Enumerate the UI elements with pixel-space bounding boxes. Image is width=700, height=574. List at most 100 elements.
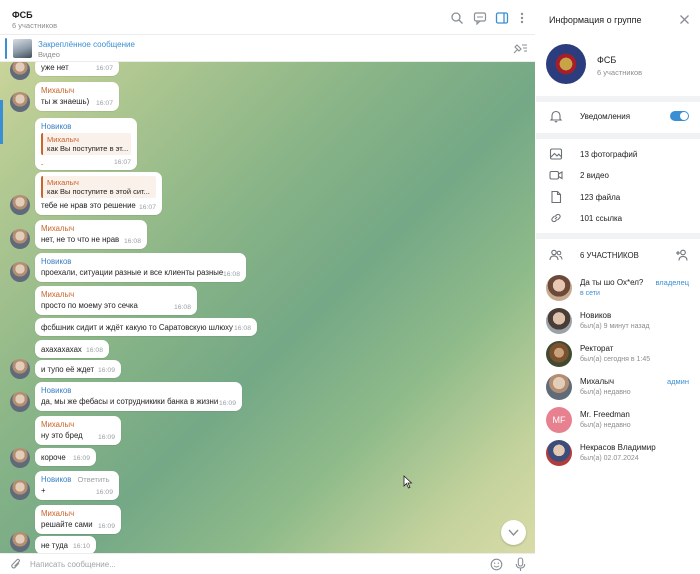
attach-icon[interactable]	[10, 558, 22, 571]
pinned-video-thumbnail	[13, 39, 32, 58]
reply-button[interactable]: Ответить	[77, 475, 109, 484]
message-text: и тупо её ждет	[41, 365, 95, 374]
member-row[interactable]: Ректорат был(а) сегодня в 1:45	[536, 339, 700, 369]
media-row-files[interactable]: 123 файла	[536, 187, 700, 207]
reply-quote[interactable]: Михалыч как Вы поступите в эт...	[41, 133, 131, 155]
message-composer[interactable]	[0, 553, 535, 574]
group-members-count: 6 участников	[597, 68, 643, 77]
quote-text: как Вы поступите в эт...	[47, 144, 129, 153]
avatar[interactable]	[10, 448, 30, 468]
message-sender[interactable]: Михалыч	[41, 420, 115, 429]
video-icon	[549, 170, 563, 180]
message-bubble[interactable]: ахахахахах 16:08	[35, 340, 109, 358]
avatar[interactable]	[10, 262, 30, 282]
message-text: .	[41, 158, 44, 167]
message-bubble[interactable]: Новиков проехали, ситуации разные и все …	[35, 253, 246, 282]
message-time: 16:09	[97, 367, 115, 374]
message-bubble[interactable]: Михалыч ну это бред 16:09	[35, 416, 121, 445]
message-text: фсбшник сидит и ждёт какую то Саратовску…	[41, 323, 233, 332]
microphone-icon[interactable]	[515, 557, 526, 572]
message-text: +	[41, 486, 46, 495]
media-row-links[interactable]: 101 ссылка	[536, 208, 700, 228]
divider	[536, 233, 700, 239]
notifications-row[interactable]: Уведомления	[536, 104, 700, 128]
link-icon	[551, 213, 561, 223]
media-row-videos[interactable]: 2 видео	[536, 165, 700, 185]
message-bubble[interactable]: Михалыч решайте сами 16:09	[35, 505, 121, 534]
avatar[interactable]	[10, 392, 30, 412]
message-text: нет, не то что не нрав	[41, 235, 120, 244]
message-time: 16:08	[233, 325, 251, 332]
message-sender[interactable]: Михалыч	[41, 509, 115, 518]
message-time: 16:08	[123, 238, 141, 245]
message-sender[interactable]: Михалыч	[41, 290, 191, 299]
message-sender[interactable]: Новиков	[41, 122, 131, 131]
message-bubble[interactable]: Михалыч как Вы поступите в этой сит... т…	[35, 172, 162, 215]
add-member-icon[interactable]	[675, 248, 690, 262]
quote-text: как Вы поступите в этой сит...	[47, 187, 150, 196]
message-bubble[interactable]: короче 16:09	[35, 448, 96, 466]
message-sender[interactable]: Новиков	[41, 257, 240, 266]
pinned-message[interactable]: Закреплённое сообщение Видео	[0, 35, 535, 62]
message-bubble[interactable]: Михалыч нет, не то что не нрав 16:08	[35, 220, 147, 249]
message-bubble[interactable]: фсбшник сидит и ждёт какую то Саратовску…	[35, 318, 257, 336]
search-icon[interactable]	[450, 11, 464, 25]
message-time: 16:09	[72, 455, 90, 462]
member-row[interactable]: Да ты шо Ох*ел? в сети владелец	[536, 273, 700, 303]
pin-list-icon[interactable]	[512, 42, 528, 55]
emoji-icon[interactable]	[490, 558, 503, 571]
media-row-photos[interactable]: 13 фотографий	[536, 144, 700, 164]
member-row[interactable]: Некрасов Владимир был(а) 02.07.2024	[536, 438, 700, 468]
member-status: был(а) 9 минут назад	[580, 323, 650, 330]
scroll-down-button[interactable]	[501, 520, 526, 545]
media-label: 2 видео	[580, 171, 609, 180]
member-row[interactable]: MF Mr. Freedman был(а) недавно	[536, 405, 700, 435]
message-sender[interactable]: Новиков	[41, 386, 236, 395]
avatar[interactable]	[10, 92, 30, 112]
message-time: 16:07	[113, 159, 131, 166]
message-sender-name: Новиков	[41, 475, 72, 484]
avatar[interactable]	[10, 229, 30, 249]
notifications-label: Уведомления	[580, 112, 631, 121]
avatar[interactable]	[10, 195, 30, 215]
member-row[interactable]: Новиков был(а) 9 минут назад	[536, 306, 700, 336]
pinned-title: Закреплённое сообщение	[38, 40, 135, 49]
close-icon[interactable]	[679, 14, 690, 25]
message-bubble[interactable]: не туда 16:10	[35, 536, 96, 553]
message-input[interactable]	[30, 557, 470, 572]
member-name: Михалыч	[580, 377, 615, 386]
reply-quote[interactable]: Михалыч как Вы поступите в этой сит...	[41, 176, 156, 198]
chat-icon[interactable]	[473, 11, 487, 25]
chat-title[interactable]: ФСБ	[12, 10, 33, 20]
message-list[interactable]: уже нет 16:07 Михалыч ты ж знаешь) 16:07…	[0, 62, 535, 553]
photo-icon	[549, 148, 563, 160]
message-bubble[interactable]: Новиков да, мы же фебасы и сотрудникики …	[35, 382, 242, 411]
message-bubble[interactable]: Михалыч просто по моему это сечка 16:08	[35, 286, 197, 315]
message-sender[interactable]: Михалыч	[41, 224, 141, 233]
message-text: короче	[41, 453, 66, 462]
pinned-text: Видео	[38, 50, 60, 59]
avatar[interactable]	[10, 62, 30, 80]
side-panel-icon[interactable]	[495, 11, 509, 25]
message-bubble[interactable]: Михалыч ты ж знаешь) 16:07	[35, 82, 119, 111]
chat-header[interactable]: ФСБ 6 участников	[0, 0, 535, 35]
avatar[interactable]	[10, 480, 30, 500]
avatar[interactable]	[10, 359, 30, 379]
message-sender[interactable]: Новиков Ответить	[41, 475, 113, 484]
message-bubble[interactable]: Новиков Михалыч как Вы поступите в эт...…	[35, 118, 137, 170]
member-row[interactable]: Михалыч был(а) недавно админ	[536, 372, 700, 402]
more-icon[interactable]	[515, 11, 529, 25]
members-icon	[549, 249, 563, 261]
chevron-down-icon	[508, 529, 519, 537]
notifications-toggle[interactable]	[670, 111, 689, 121]
message-bubble[interactable]: уже нет 16:07	[35, 62, 119, 76]
group-avatar[interactable]	[546, 44, 586, 84]
message-sender[interactable]: Михалыч	[41, 86, 113, 95]
avatar[interactable]	[10, 532, 30, 552]
message-text: тебе не нрав это решение	[41, 201, 136, 210]
message-time: 16:07	[95, 100, 113, 107]
message-bubble[interactable]: и тупо её ждет 16:09	[35, 360, 121, 378]
media-label: 13 фотографий	[580, 150, 638, 159]
message-bubble[interactable]: Новиков Ответить + 16:09	[35, 471, 119, 500]
member-name: Некрасов Владимир	[580, 443, 656, 452]
